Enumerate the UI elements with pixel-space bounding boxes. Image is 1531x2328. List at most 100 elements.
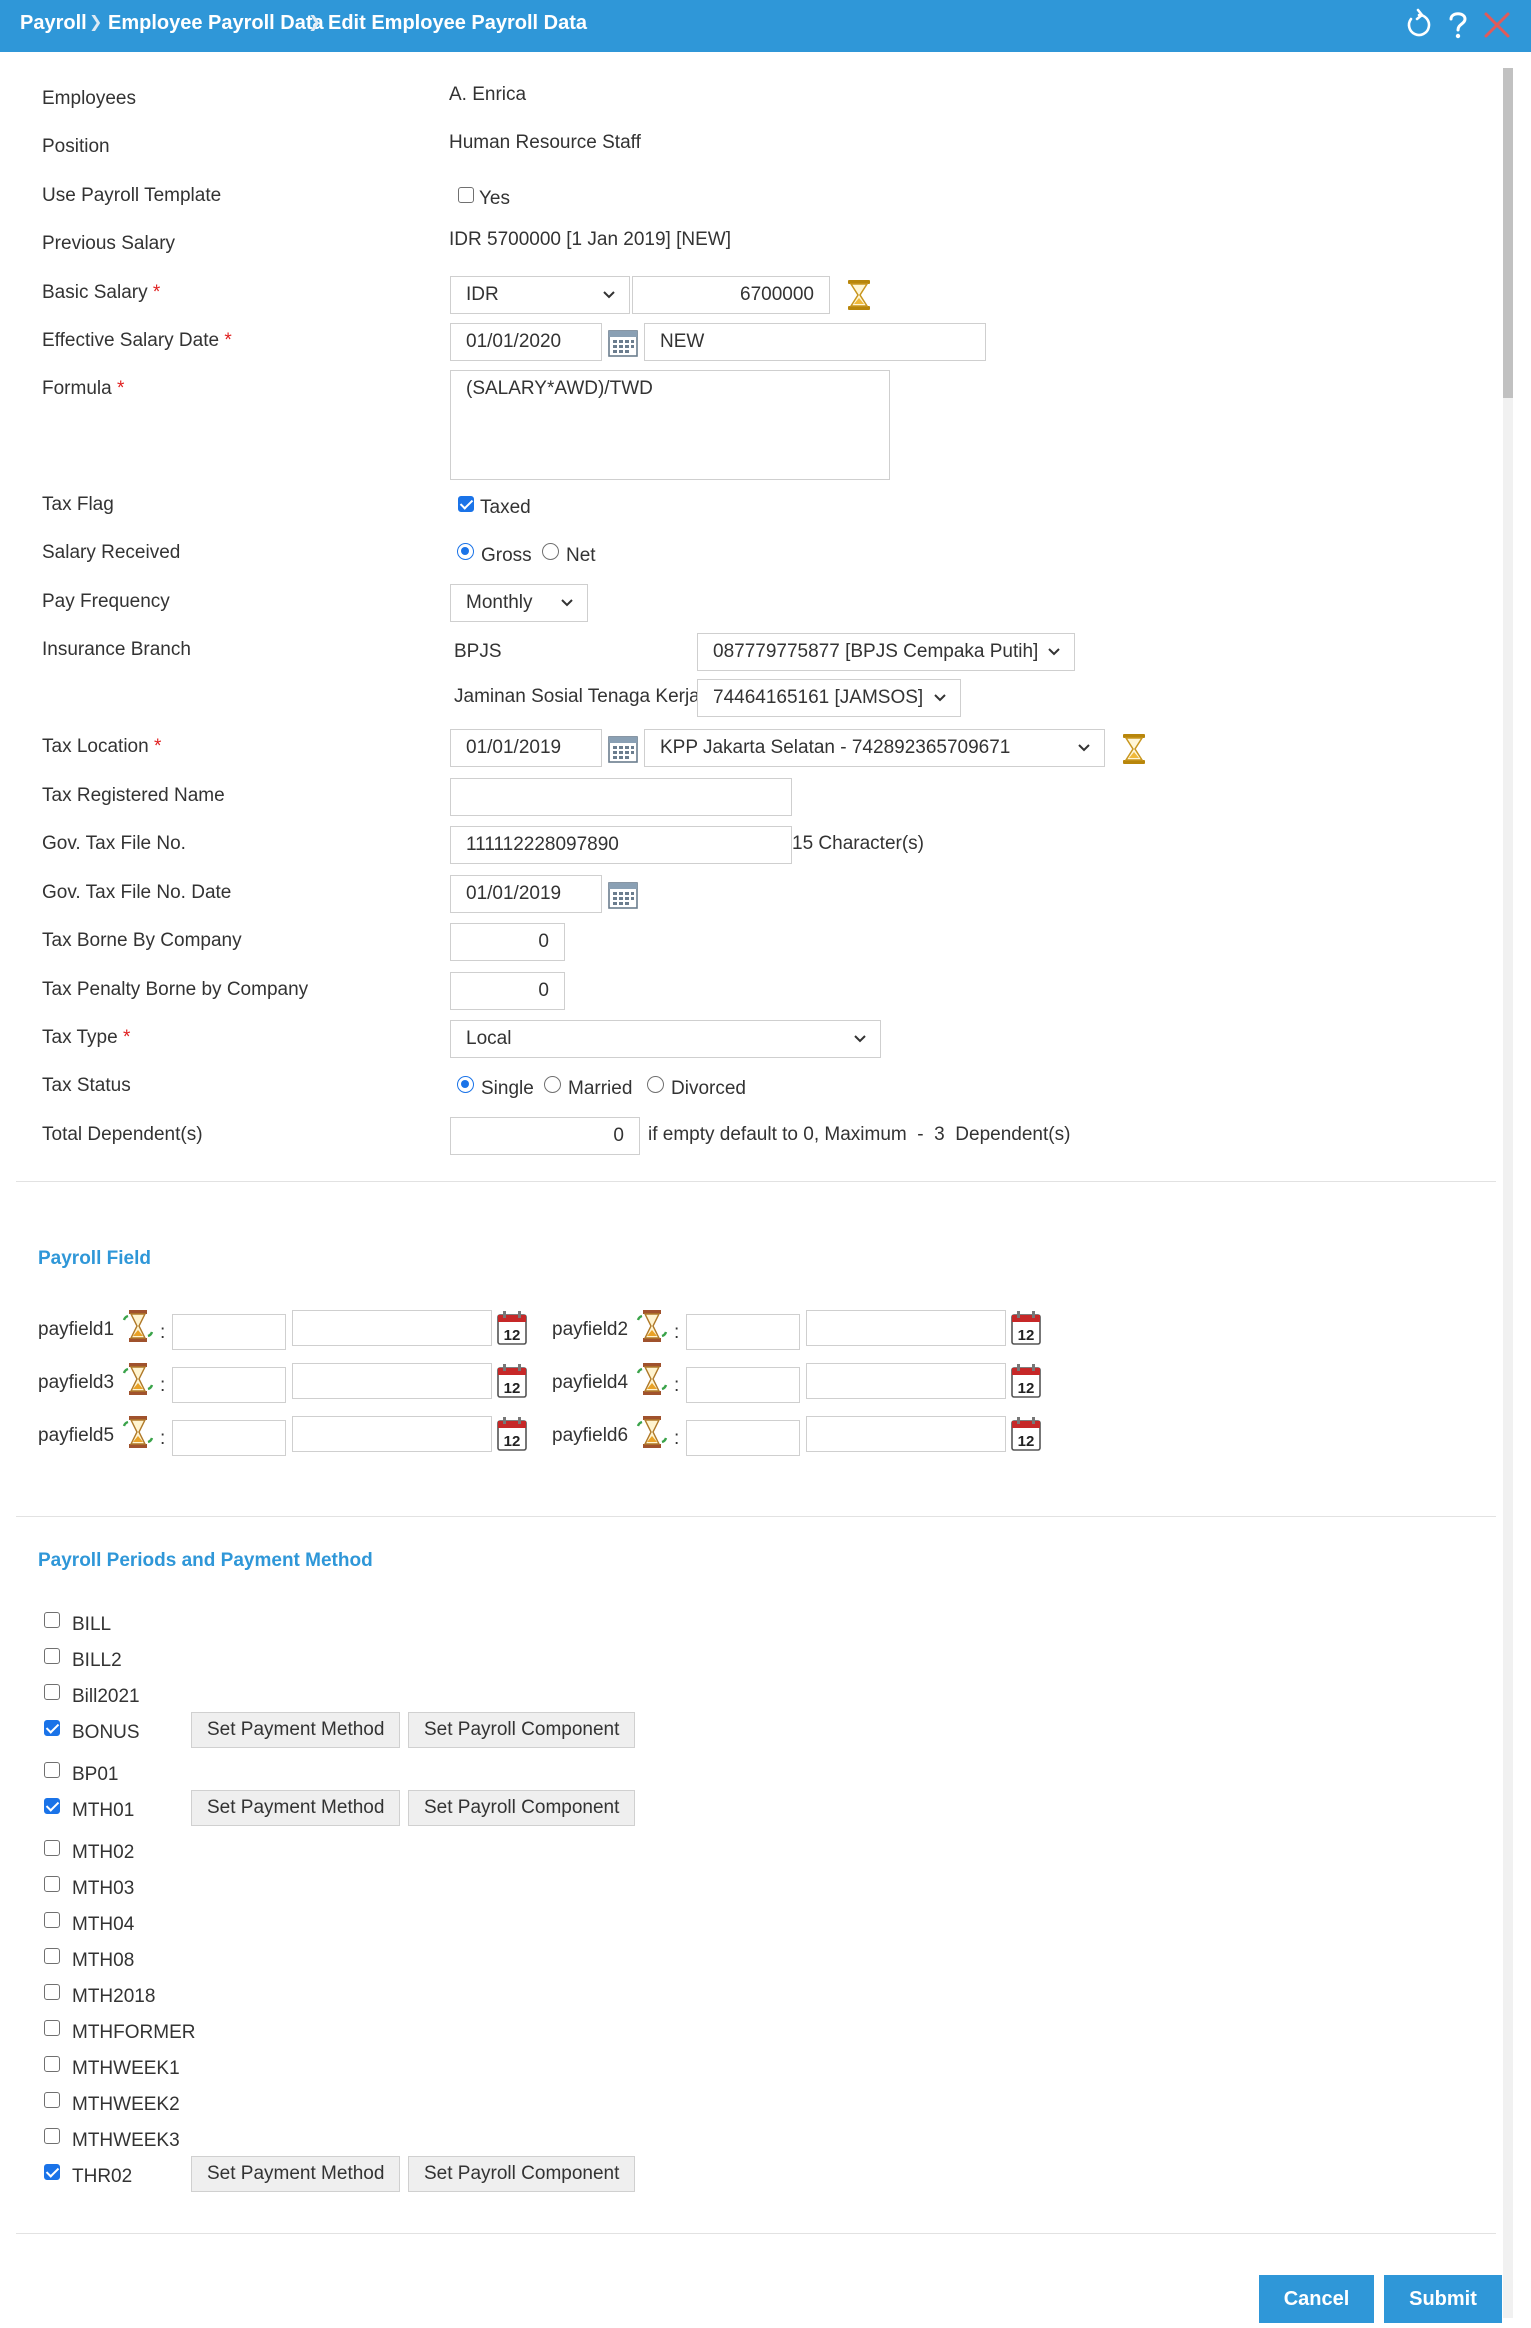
tax-flag-checkbox[interactable] <box>458 496 474 512</box>
hourglass-refresh-icon[interactable] <box>635 1361 669 1397</box>
payfield-code-input[interactable] <box>686 1420 800 1456</box>
set-payment-method-button[interactable]: Set Payment Method <box>191 1712 401 1748</box>
period-label: MTH08 <box>72 1950 135 1971</box>
period-checkbox[interactable] <box>44 2128 60 2144</box>
payfield-code-input[interactable] <box>686 1314 800 1350</box>
employees-label: Employees <box>42 88 136 109</box>
hourglass-refresh-icon[interactable] <box>121 1361 155 1397</box>
refresh-icon[interactable] <box>1402 8 1436 42</box>
hourglass-refresh-icon[interactable] <box>121 1414 155 1450</box>
period-label: MTH02 <box>72 1842 135 1863</box>
help-icon[interactable] <box>1441 8 1475 42</box>
payfield-code-input[interactable] <box>172 1314 286 1350</box>
payfield-value-input[interactable] <box>292 1363 492 1399</box>
period-label: BILL <box>72 1614 112 1635</box>
set-payroll-component-button[interactable]: Set Payroll Component <box>408 1712 636 1748</box>
period-checkbox[interactable] <box>44 1762 60 1778</box>
submit-button[interactable]: Submit <box>1384 2275 1502 2323</box>
period-checkbox[interactable] <box>44 2092 60 2108</box>
calendar-12-icon[interactable]: 12 <box>1010 1363 1042 1399</box>
position-label: Position <box>42 136 110 157</box>
currency-select[interactable]: IDR <box>450 276 630 314</box>
scrollbar[interactable] <box>1503 68 1513 2318</box>
payfield-code-input[interactable] <box>172 1367 286 1403</box>
jamsos-select[interactable]: 74464165161 [JAMSOS] <box>697 679 961 717</box>
scrollbar-thumb[interactable] <box>1503 68 1513 398</box>
hourglass-refresh-icon[interactable] <box>635 1308 669 1344</box>
jamsos-select-value: 74464165161 [JAMSOS] <box>713 687 924 708</box>
hourglass-icon[interactable] <box>846 279 872 311</box>
chevron-down-icon <box>561 599 573 607</box>
tax-type-select[interactable]: Local <box>450 1020 881 1058</box>
tax-location-date-input[interactable]: 01/01/2019 <box>450 729 602 767</box>
period-checkbox[interactable] <box>44 2020 60 2036</box>
calendar-12-icon[interactable]: 12 <box>496 1416 528 1452</box>
tax-location-select-value: KPP Jakarta Selatan - 742892365709671 <box>660 737 1011 758</box>
cancel-button[interactable]: Cancel <box>1259 2275 1374 2323</box>
hourglass-icon[interactable] <box>1121 733 1147 765</box>
calendar-icon[interactable] <box>607 734 639 764</box>
set-payment-method-button[interactable]: Set Payment Method <box>191 2156 401 2192</box>
gov-tax-file-date-input[interactable]: 01/01/2019 <box>450 875 602 913</box>
salary-received-gross-radio[interactable] <box>457 543 474 560</box>
tax-status-single-radio[interactable] <box>457 1076 474 1093</box>
payfield-value-input[interactable] <box>292 1416 492 1452</box>
calendar-12-icon[interactable]: 12 <box>1010 1310 1042 1346</box>
period-label: MTH2018 <box>72 1986 156 2007</box>
payfield-value-input[interactable] <box>806 1416 1006 1452</box>
breadcrumb-payroll[interactable]: Payroll <box>20 12 87 35</box>
required-mark: * <box>152 282 161 303</box>
payfield-value-input[interactable] <box>806 1310 1006 1346</box>
section-divider <box>16 2233 1496 2234</box>
period-checkbox[interactable] <box>44 2056 60 2072</box>
period-label: BP01 <box>72 1764 119 1785</box>
basic-salary-input[interactable]: 6700000 <box>632 276 830 314</box>
chevron-right-icon: ❯ <box>89 14 103 31</box>
set-payment-method-button[interactable]: Set Payment Method <box>191 1790 401 1826</box>
calendar-icon[interactable] <box>607 328 639 358</box>
tax-status-married-radio[interactable] <box>544 1076 561 1093</box>
payfield-code-input[interactable] <box>172 1420 286 1456</box>
payfield-value-input[interactable] <box>292 1310 492 1346</box>
tax-location-select[interactable]: KPP Jakarta Selatan - 742892365709671 <box>644 729 1105 767</box>
svg-text:12: 12 <box>1018 1327 1035 1344</box>
close-icon[interactable] <box>1480 8 1514 42</box>
period-checkbox[interactable] <box>44 1798 60 1814</box>
calendar-icon[interactable] <box>607 880 639 910</box>
tax-penalty-input[interactable]: 0 <box>450 972 565 1010</box>
period-checkbox[interactable] <box>44 1612 60 1628</box>
payfield-code-input[interactable] <box>686 1367 800 1403</box>
calendar-12-icon[interactable]: 12 <box>1010 1416 1042 1452</box>
section-divider <box>16 1181 1496 1182</box>
salary-received-net-radio[interactable] <box>542 543 559 560</box>
tax-borne-input[interactable]: 0 <box>450 923 565 961</box>
period-checkbox[interactable] <box>44 1648 60 1664</box>
payfield-colon: : <box>674 1322 680 1343</box>
pay-frequency-value: Monthly <box>466 592 533 613</box>
set-payroll-component-button[interactable]: Set Payroll Component <box>408 2156 636 2192</box>
total-dependents-input[interactable]: 0 <box>450 1117 640 1155</box>
gov-tax-file-input[interactable]: 111112228097890 <box>450 826 792 864</box>
payfield-value-input[interactable] <box>806 1363 1006 1399</box>
tax-registered-name-input[interactable] <box>450 778 792 816</box>
use-template-checkbox[interactable] <box>458 187 474 203</box>
period-checkbox[interactable] <box>44 1984 60 2000</box>
period-checkbox[interactable] <box>44 1948 60 1964</box>
set-payroll-component-button[interactable]: Set Payroll Component <box>408 1790 636 1826</box>
effective-date-input[interactable]: 01/01/2020 <box>450 323 602 361</box>
hourglass-refresh-icon[interactable] <box>121 1308 155 1344</box>
bpjs-select[interactable]: 087779775877 [BPJS Cempaka Putih] <box>697 633 1075 671</box>
period-checkbox[interactable] <box>44 2164 60 2180</box>
pay-frequency-select[interactable]: Monthly <box>450 584 588 622</box>
hourglass-refresh-icon[interactable] <box>635 1414 669 1450</box>
period-checkbox[interactable] <box>44 1840 60 1856</box>
period-checkbox[interactable] <box>44 1684 60 1700</box>
calendar-12-icon[interactable]: 12 <box>496 1310 528 1346</box>
calendar-12-icon[interactable]: 12 <box>496 1363 528 1399</box>
period-checkbox[interactable] <box>44 1912 60 1928</box>
tax-status-divorced-radio[interactable] <box>647 1076 664 1093</box>
formula-textarea[interactable]: (SALARY*AWD)/TWD <box>450 370 890 480</box>
breadcrumb-employee-payroll-data[interactable]: Employee Payroll Data <box>108 12 324 35</box>
period-checkbox[interactable] <box>44 1720 60 1736</box>
period-checkbox[interactable] <box>44 1876 60 1892</box>
